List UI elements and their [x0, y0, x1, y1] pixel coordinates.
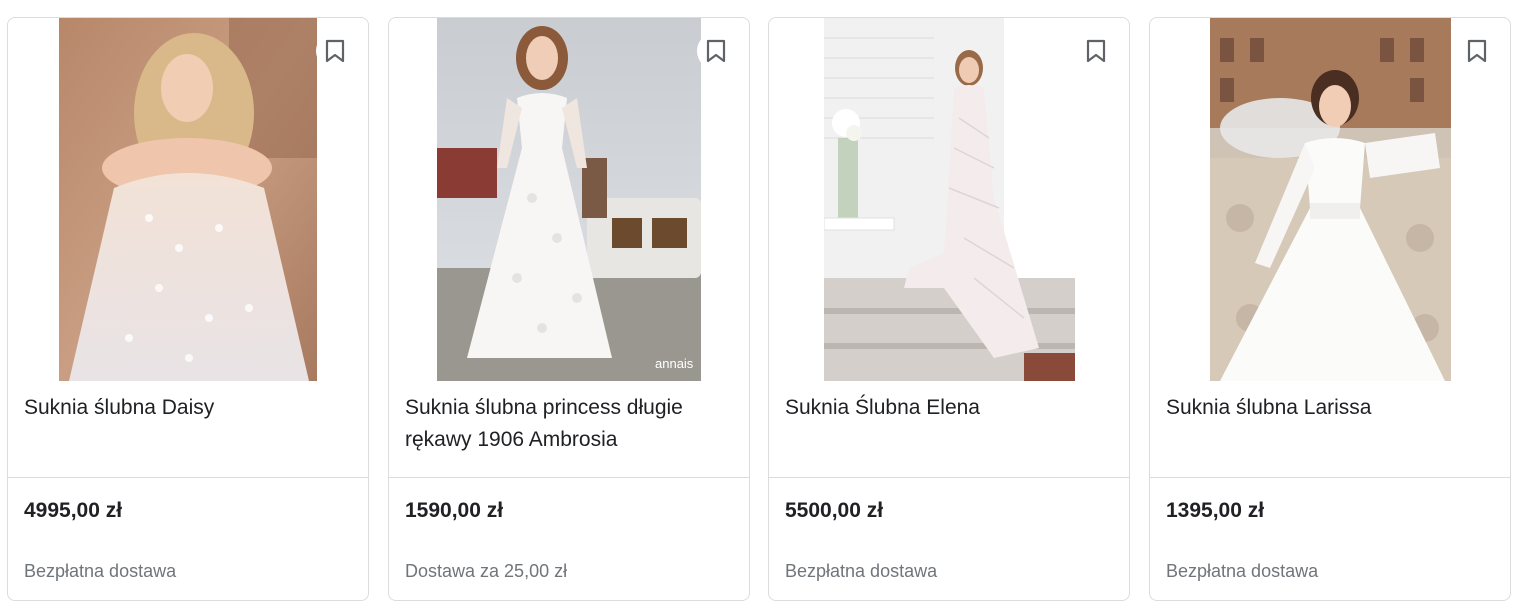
divider — [1150, 477, 1510, 478]
product-photo[interactable]: annais — [437, 18, 701, 381]
divider — [769, 477, 1129, 478]
product-card[interactable]: Suknia Ślubna Elena 5500,00 zł Bezpłatna… — [768, 17, 1130, 601]
product-title[interactable]: Suknia ślubna Daisy — [24, 392, 352, 424]
bookmark-button[interactable] — [1077, 32, 1115, 70]
shipping-info: Bezpłatna dostawa — [785, 561, 938, 581]
product-card[interactable]: Suknia ślubna Larissa 1395,00 zł Bezpłat… — [1149, 17, 1511, 601]
image-watermark: annais — [655, 356, 694, 371]
product-photo[interactable] — [1209, 18, 1451, 381]
product-price: 1590,00 zł — [405, 499, 504, 522]
product-price: 1395,00 zł — [1166, 499, 1265, 522]
product-photo[interactable] — [59, 18, 317, 381]
product-image-area[interactable] — [1150, 18, 1510, 381]
product-photo[interactable] — [823, 18, 1075, 381]
product-price: 5500,00 zł — [785, 499, 884, 522]
shipping-info: Bezpłatna dostawa — [1166, 561, 1319, 581]
bookmark-button[interactable] — [1458, 32, 1496, 70]
product-card[interactable]: Suknia ślubna Daisy 4995,00 zł Bezpłatna… — [7, 17, 369, 601]
shipping-info: Dostawa za 25,00 zł — [405, 561, 568, 581]
product-title[interactable]: Suknia ślubna Larissa — [1166, 392, 1494, 424]
bookmark-icon — [1086, 39, 1106, 63]
bookmark-icon — [325, 39, 345, 63]
divider — [8, 477, 368, 478]
shipping-info: Bezpłatna dostawa — [24, 561, 177, 581]
bookmark-icon — [706, 39, 726, 63]
product-image-area[interactable] — [769, 18, 1129, 381]
product-grid: Suknia ślubna Daisy 4995,00 zł Bezpłatna… — [0, 0, 1513, 615]
divider — [389, 477, 749, 478]
product-card[interactable]: annais Suknia ślubna princess długie ręk… — [388, 17, 750, 601]
product-title[interactable]: Suknia Ślubna Elena — [785, 392, 1113, 424]
product-price: 4995,00 zł — [24, 499, 123, 522]
product-image-area[interactable]: annais — [389, 18, 749, 381]
bookmark-button[interactable] — [316, 32, 354, 70]
bookmark-button[interactable] — [697, 32, 735, 70]
product-image-area[interactable] — [8, 18, 368, 381]
product-title[interactable]: Suknia ślubna princess długie rękawy 190… — [405, 392, 733, 456]
bookmark-icon — [1467, 39, 1487, 63]
